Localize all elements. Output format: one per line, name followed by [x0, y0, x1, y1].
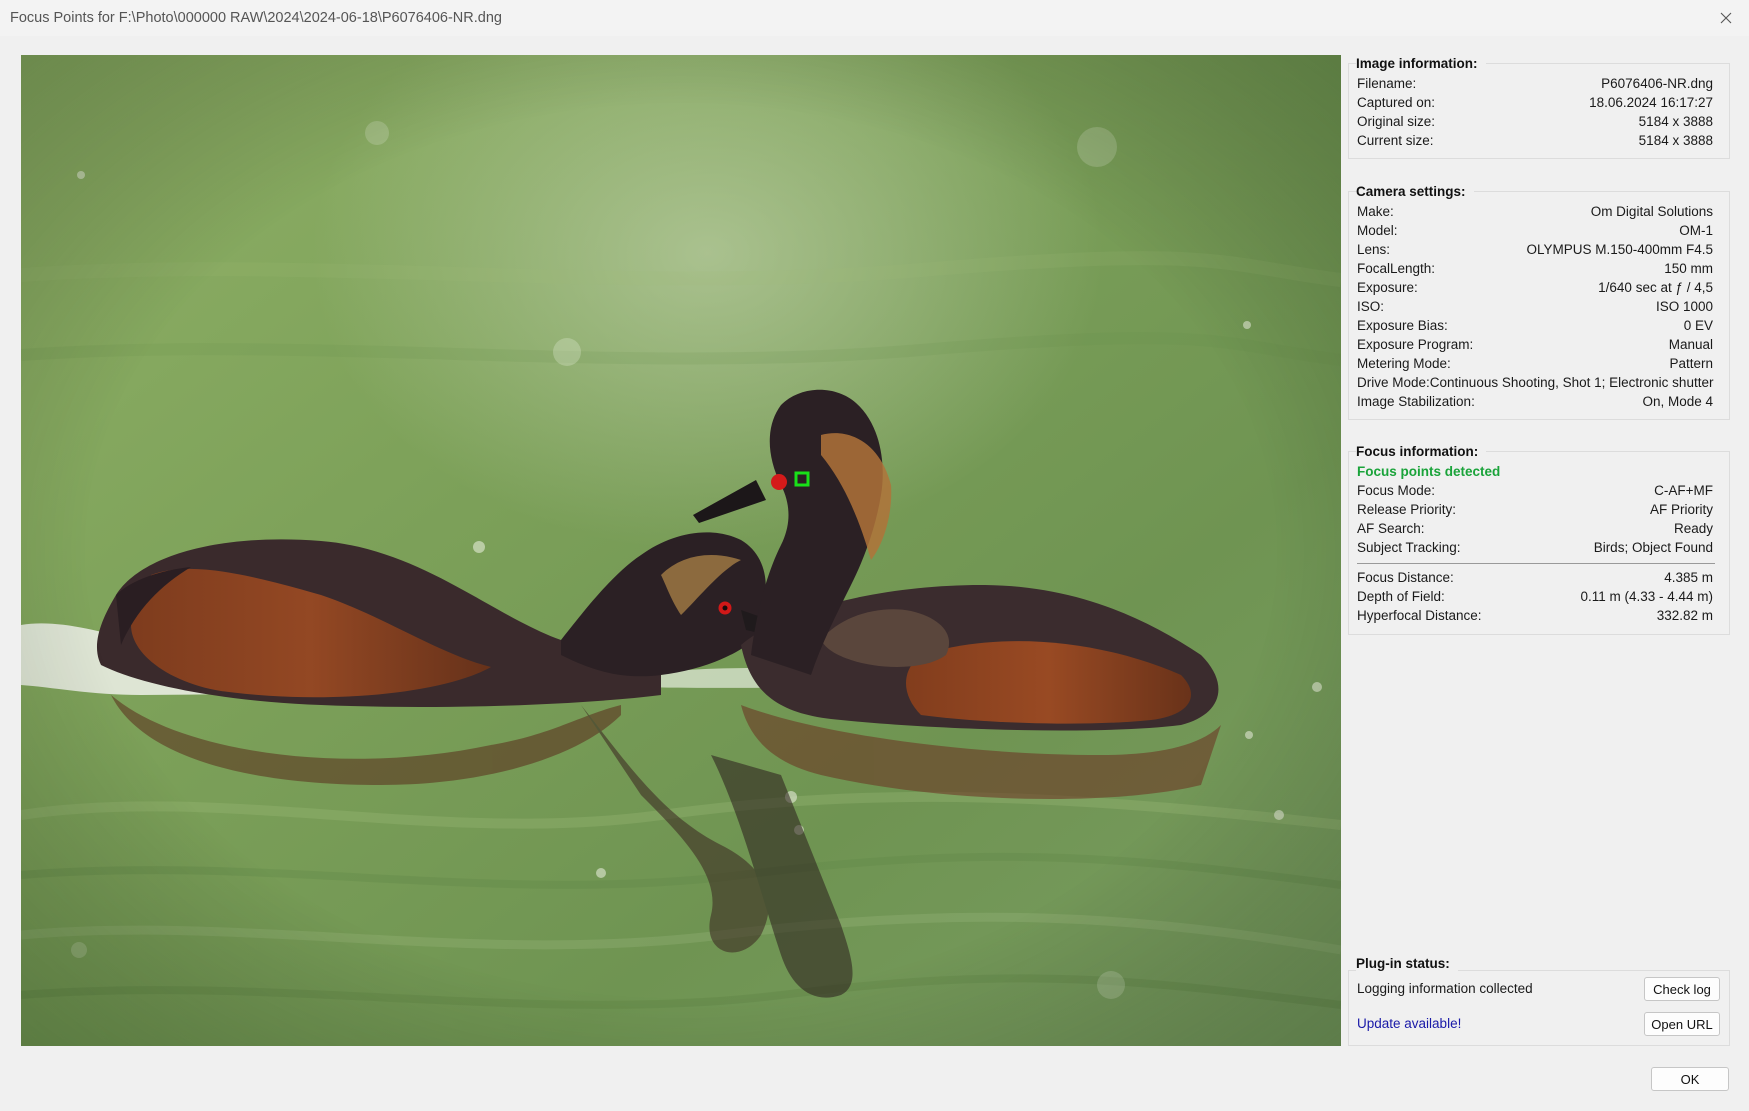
- close-icon: [1720, 12, 1732, 24]
- camera-row-focal-length: FocalLength: 150 mm: [1357, 261, 1713, 276]
- check-log-button[interactable]: Check log: [1644, 977, 1720, 1001]
- camera-row-model: Model: OM-1: [1357, 223, 1713, 238]
- window-title: Focus Points for F:\Photo\000000 RAW\202…: [10, 10, 502, 26]
- photo-preview: [21, 55, 1341, 1046]
- focus-row-mode: Focus Mode: C-AF+MF: [1357, 483, 1713, 498]
- plugin-logging-row: Logging information collected: [1357, 979, 1547, 998]
- info-row-original-size: Original size: 5184 x 3888: [1357, 114, 1713, 129]
- focus-separator: [1357, 563, 1715, 564]
- camera-row-exposure: Exposure: 1/640 sec at ƒ / 4,5: [1357, 280, 1713, 295]
- update-available-link[interactable]: Update available!: [1357, 1016, 1461, 1031]
- focus-status: Focus points detected: [1357, 462, 1713, 481]
- focus-row-focus-distance: Focus Distance: 4.385 m: [1357, 570, 1713, 585]
- camera-row-metering-mode: Metering Mode: Pattern: [1357, 356, 1713, 371]
- camera-row-image-stabilization: Image Stabilization: On, Mode 4: [1357, 394, 1713, 409]
- info-row-current-size: Current size: 5184 x 3888: [1357, 133, 1713, 148]
- camera-row-exposure-bias: Exposure Bias: 0 EV: [1357, 318, 1713, 333]
- focus-row-depth-of-field: Depth of Field: 0.11 m (4.33 - 4.44 m): [1357, 589, 1713, 604]
- plugin-update-row: Update available!: [1357, 1014, 1547, 1033]
- info-row-captured: Captured on: 18.06.2024 16:17:27: [1357, 95, 1713, 110]
- logging-text: Logging information collected: [1357, 981, 1533, 996]
- focus-row-subject-tracking: Subject Tracking: Birds; Object Found: [1357, 540, 1713, 555]
- info-row-filename: Filename: P6076406-NR.dng: [1357, 76, 1713, 91]
- close-button[interactable]: [1703, 0, 1749, 36]
- camera-row-lens: Lens: OLYMPUS M.150-400mm F4.5: [1357, 242, 1713, 257]
- camera-row-drive-mode: Drive Mode: Continuous Shooting, Shot 1;…: [1357, 375, 1714, 390]
- ok-button[interactable]: OK: [1651, 1067, 1729, 1091]
- camera-row-iso: ISO: ISO 1000: [1357, 299, 1713, 314]
- focus-status-text: Focus points detected: [1357, 464, 1501, 479]
- focus-row-hyperfocal-distance: Hyperfocal Distance: 332.82 m: [1357, 608, 1713, 623]
- camera-row-make: Make: Om Digital Solutions: [1357, 204, 1713, 219]
- focus-info-title: Focus information:: [1356, 444, 1487, 459]
- image-info-title: Image information:: [1356, 56, 1486, 71]
- title-bar: Focus Points for F:\Photo\000000 RAW\202…: [0, 0, 1749, 36]
- camera-settings-title: Camera settings:: [1356, 184, 1474, 199]
- focus-row-release-priority: Release Priority: AF Priority: [1357, 502, 1713, 517]
- plugin-status-title: Plug-in status:: [1356, 956, 1458, 971]
- camera-row-exposure-program: Exposure Program: Manual: [1357, 337, 1713, 352]
- open-url-button[interactable]: Open URL: [1644, 1012, 1720, 1036]
- focus-row-af-search: AF Search: Ready: [1357, 521, 1713, 536]
